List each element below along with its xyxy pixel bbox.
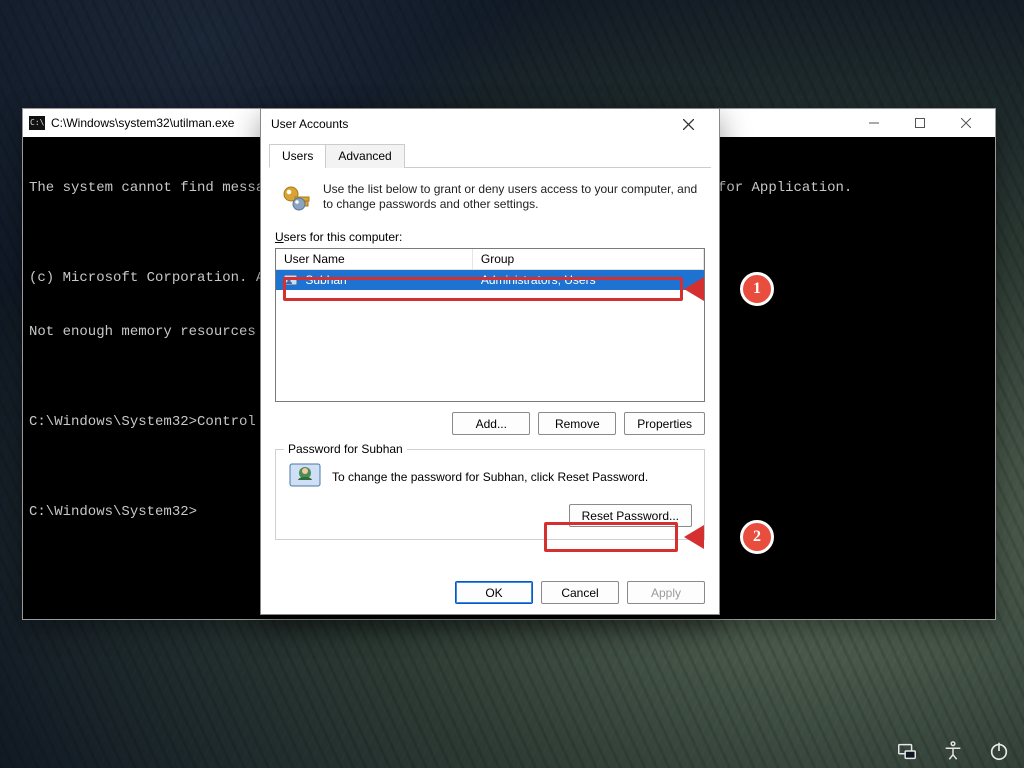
- avatar-icon: [288, 460, 322, 494]
- ua-tabs: Users Advanced: [269, 143, 711, 168]
- user-accounts-dialog: User Accounts Users Advanced Use the lis…: [260, 108, 720, 615]
- close-button[interactable]: [943, 109, 989, 137]
- system-tray: [896, 740, 1010, 762]
- password-group: Password for Subhan To change the passwo…: [275, 449, 705, 540]
- user-row[interactable]: Subhan Administrators; Users: [276, 270, 704, 290]
- password-group-text: To change the password for Subhan, click…: [332, 470, 648, 484]
- users-list[interactable]: User Name Group Subhan Administrators; U…: [275, 248, 705, 402]
- keys-icon: [279, 182, 313, 216]
- ok-button[interactable]: OK: [455, 581, 533, 604]
- minimize-button[interactable]: [851, 109, 897, 137]
- apply-button[interactable]: Apply: [627, 581, 705, 604]
- col-username[interactable]: User Name: [276, 249, 473, 269]
- user-row-group: Administrators; Users: [473, 270, 704, 290]
- users-list-label: Users for this computer:: [275, 230, 705, 244]
- cmd-title-text: C:\Windows\system32\utilman.exe: [51, 116, 234, 130]
- ua-title: User Accounts: [271, 117, 348, 131]
- ua-titlebar[interactable]: User Accounts: [261, 109, 719, 139]
- power-icon[interactable]: [988, 740, 1010, 762]
- users-list-header[interactable]: User Name Group: [276, 249, 704, 270]
- remove-button[interactable]: Remove: [538, 412, 616, 435]
- accessibility-icon[interactable]: [942, 740, 964, 762]
- user-icon: [284, 274, 298, 286]
- reset-password-button[interactable]: Reset Password...: [569, 504, 692, 527]
- add-button[interactable]: Add...: [452, 412, 530, 435]
- user-row-name: Subhan: [305, 273, 346, 287]
- desktop-background: C:\Windows\system32\utilman.exe The syst…: [0, 0, 1024, 768]
- network-icon[interactable]: [896, 740, 918, 762]
- maximize-button[interactable]: [897, 109, 943, 137]
- tab-advanced[interactable]: Advanced: [325, 144, 404, 168]
- col-group[interactable]: Group: [473, 249, 704, 269]
- cancel-button[interactable]: Cancel: [541, 581, 619, 604]
- properties-button[interactable]: Properties: [624, 412, 705, 435]
- ua-users-pane: Use the list below to grant or deny user…: [261, 168, 719, 550]
- password-group-title: Password for Subhan: [284, 442, 407, 456]
- close-button[interactable]: [667, 109, 709, 139]
- ua-intro-text: Use the list below to grant or deny user…: [323, 182, 701, 216]
- cmd-icon: [29, 116, 45, 130]
- tab-users[interactable]: Users: [269, 144, 326, 168]
- ua-footer: OK Cancel Apply: [261, 571, 719, 614]
